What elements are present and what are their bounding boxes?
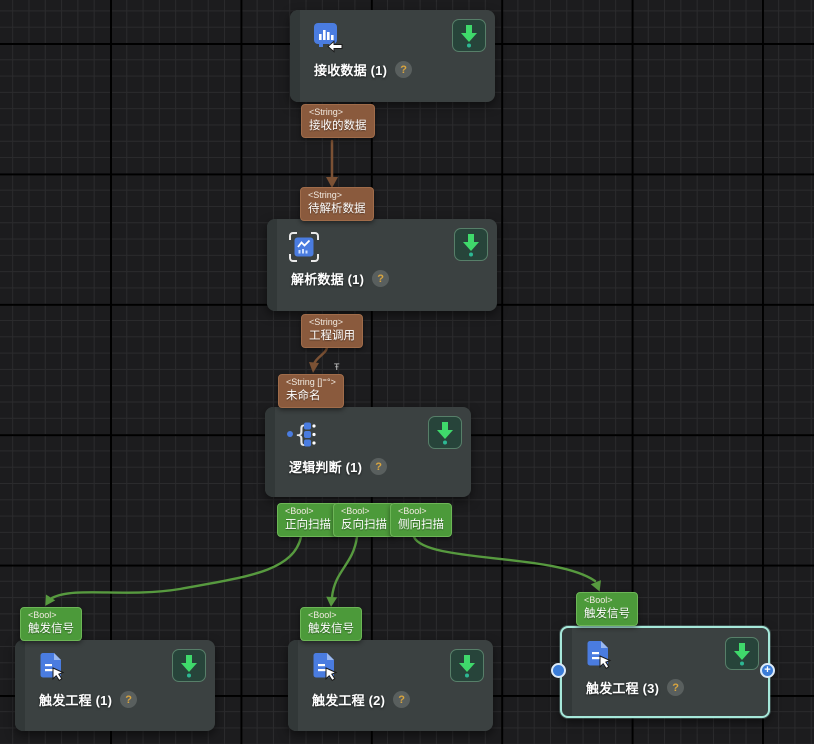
arrowhead (309, 362, 319, 373)
trigger-project-icon (35, 651, 69, 685)
port-type: <String> (309, 317, 355, 329)
port-name: 触发信号 (28, 622, 74, 637)
port-type: <Bool> (398, 506, 444, 518)
node-title: 解析数据 (1) (291, 269, 364, 288)
download-button[interactable] (428, 416, 462, 449)
port-name: 未命名 (286, 389, 336, 404)
node-left-accent (290, 10, 300, 102)
parse-data-icon (287, 230, 321, 264)
node-logic-judgment[interactable]: { 逻辑判断 (1) ? (265, 407, 471, 497)
node-title: 触发工程 (1) (39, 690, 112, 709)
add-port-icon[interactable]: + (760, 663, 775, 678)
node-receive-data[interactable]: 接收数据 (1) ? (290, 10, 495, 102)
port-trigger-signal-3[interactable]: <Bool> 触发信号 (576, 592, 638, 626)
help-icon[interactable]: ? (120, 691, 137, 708)
port-forward-scan[interactable]: <Bool> 正向扫描 (277, 503, 339, 537)
node-left-accent (288, 640, 298, 731)
connection-forward-scan[interactable] (52, 537, 301, 598)
node-title: 接收数据 (1) (314, 60, 387, 79)
download-arrow-icon (459, 232, 483, 258)
node-parse-data[interactable]: 解析数据 (1) ? (267, 219, 497, 311)
download-arrow-icon (457, 23, 481, 49)
connection-side-scan[interactable] (414, 537, 595, 581)
download-button[interactable] (450, 649, 484, 682)
port-name: 正向扫描 (285, 518, 331, 533)
download-button[interactable] (172, 649, 206, 682)
node-left-accent (15, 640, 25, 731)
help-icon[interactable]: ? (372, 270, 389, 287)
port-name: 触发信号 (584, 607, 630, 622)
port-trigger-signal-1[interactable]: <Bool> 触发信号 (20, 607, 82, 641)
download-button[interactable] (452, 19, 486, 52)
help-icon[interactable]: ? (393, 691, 410, 708)
port-type: <String> (308, 190, 366, 202)
download-arrow-icon (730, 641, 754, 667)
download-arrow-icon (455, 653, 479, 679)
port-name: 接收的数据 (309, 119, 367, 134)
node-trigger-project-1[interactable]: 触发工程 (1) ? (15, 640, 215, 731)
port-side-scan[interactable]: <Bool> 侧向扫描 (390, 503, 452, 537)
port-name: 反向扫描 (341, 518, 387, 533)
port-project-call[interactable]: <String> 工程调用 (301, 314, 363, 348)
port-name: 工程调用 (309, 329, 355, 344)
node-left-accent (265, 407, 275, 497)
receive-data-icon (310, 21, 344, 55)
download-button[interactable] (725, 637, 759, 670)
port-name: 侧向扫描 (398, 518, 444, 533)
port-type: <String []⁼°> (286, 377, 336, 389)
help-icon[interactable]: ? (395, 61, 412, 78)
trigger-project-icon (308, 651, 342, 685)
logic-branch-icon: { (285, 418, 319, 452)
port-type: <Bool> (341, 506, 387, 518)
help-icon[interactable]: ? (370, 458, 387, 475)
port-type: <Bool> (308, 610, 354, 622)
port-trigger-signal-2[interactable]: <Bool> 触发信号 (300, 607, 362, 641)
port-reverse-scan[interactable]: <Bool> 反向扫描 (333, 503, 395, 537)
arrowhead (326, 597, 338, 608)
port-data-to-parse[interactable]: <String> 待解析数据 (300, 187, 374, 221)
node-trigger-project-3[interactable]: 触发工程 (3) ? (560, 626, 770, 718)
port-type: <Bool> (28, 610, 74, 622)
port-type: <Bool> (584, 595, 630, 607)
port-received-data[interactable]: <String> 接收的数据 (301, 104, 375, 138)
node-canvas[interactable]: Ŧ 接收数据 (1) ? (0, 0, 814, 744)
port-type: <String> (309, 107, 367, 119)
node-input-handle[interactable] (551, 663, 566, 678)
download-arrow-icon (177, 653, 201, 679)
node-title: 触发工程 (2) (312, 690, 385, 709)
node-title: 逻辑判断 (1) (289, 457, 362, 476)
help-icon[interactable]: ? (667, 679, 684, 696)
node-trigger-project-2[interactable]: 触发工程 (2) ? (288, 640, 493, 731)
port-name: 触发信号 (308, 622, 354, 637)
port-name: 待解析数据 (308, 202, 366, 217)
port-type: <Bool> (285, 506, 331, 518)
port-unnamed[interactable]: <String []⁼°> 未命名 (278, 374, 344, 408)
node-left-accent (267, 219, 277, 311)
download-arrow-icon (433, 420, 457, 446)
trigger-project-icon (582, 639, 616, 673)
node-title: 触发工程 (3) (586, 678, 659, 697)
pin-mark-icon: Ŧ (334, 362, 340, 372)
connection-reverse-scan[interactable] (332, 537, 357, 597)
download-button[interactable] (454, 228, 488, 261)
